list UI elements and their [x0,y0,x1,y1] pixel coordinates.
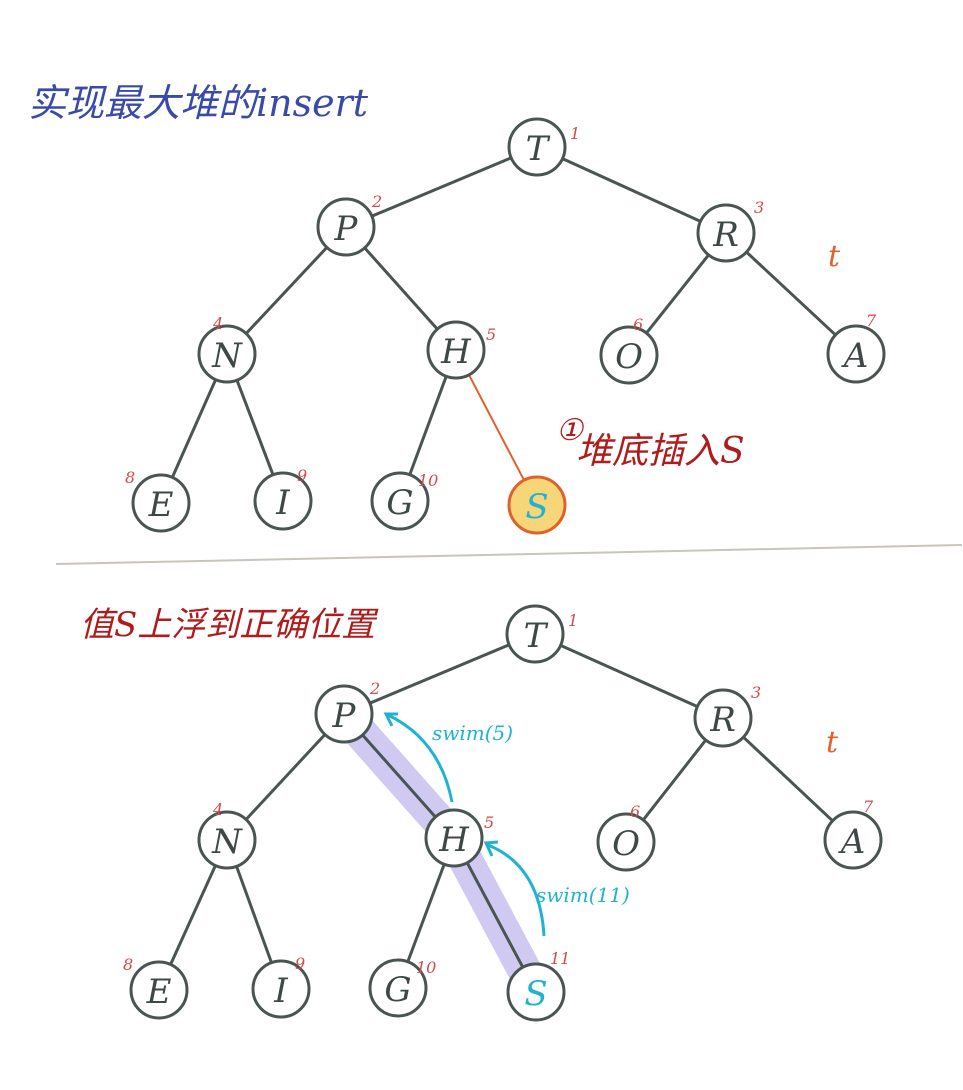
node-index: 9 [297,466,307,485]
node-label: E [148,485,174,525]
node-label: O [612,824,640,864]
heap-node: A7 [826,311,886,384]
tree-edge [370,156,513,218]
swim-label: swim(5) [432,721,513,745]
heap-node: I9 [253,466,313,531]
node-label: I [273,971,288,1011]
swim-label: swim(11) [536,883,630,907]
tree-edge [744,250,838,337]
node-label: H [440,332,472,372]
node-index: 4 [212,314,223,333]
node-label: R [709,700,736,740]
node-index: 5 [486,325,496,344]
node-label: G [384,970,411,1010]
tree-edge [560,157,703,223]
heap-insert-diagram: 实现最大堆的insert T 1P2R3N4H 5O6A7E8I9G10S ① 堆底… [28,81,963,1022]
insert-note: 堆底插入S [576,431,745,472]
node-index: 1 [568,611,578,630]
heap-node: H5 [424,808,494,868]
heap-node: O6 [599,315,659,385]
heap-node: S [507,475,567,535]
tree-edge [244,245,329,336]
heap-node: T1 [507,117,580,177]
bottom-side-mark: t [826,725,839,760]
node-index: 1 [570,124,580,143]
node-label: P [332,696,357,736]
node-label: N [211,336,243,376]
node-index: 2 [371,192,382,211]
heap-node: E8 [123,955,189,1020]
node-index: 9 [295,954,305,973]
node-index: 7 [866,311,877,330]
heap-tree-before: T 1P2R3N4H 5O6A7E8I9G10S [125,117,886,535]
node-index: 6 [633,315,643,334]
heap-node: G 10 [368,958,436,1018]
tree-edge [644,253,711,335]
top-title: 实现最大堆的insert [28,81,369,125]
node-index: 8 [125,468,135,487]
node-label: I [275,483,290,523]
heap-node: I9 [251,954,311,1019]
tree-edge [641,738,708,822]
tree-edge [235,378,275,477]
node-label: T [524,616,549,656]
tree-edge [408,374,448,477]
heap-node: H5 [426,320,496,380]
top-side-mark: t [828,239,841,274]
heap-node: R3 [696,198,764,263]
heap-node: A7 [823,797,883,870]
tree-edge [741,735,835,823]
tree-edge [559,643,699,709]
heap-node: G 10 [370,471,438,531]
node-label: H [438,820,470,860]
node-label: T [526,129,551,169]
heap-node: N4 [197,800,257,870]
new-edge [467,373,526,482]
node-index: 3 [751,683,761,702]
node-index: 6 [630,802,640,821]
node-label: E [146,972,172,1012]
node-index: 3 [754,198,764,217]
node-index: 11 [550,949,570,968]
heap-node: E8 [125,468,191,533]
tree-edge [170,378,218,479]
heap-node: P2 [316,192,382,257]
node-label: O [615,337,643,377]
tree-edge [244,733,327,821]
tree-edge [169,864,217,966]
node-label: A [841,336,869,376]
heap-tree-after: T 1P2R3N4H 5O6A7E8I9G10S11swim(5)swim(11) [123,604,883,1022]
heap-node: T1 [505,604,578,664]
node-index: 7 [863,797,874,816]
node-label: N [211,822,243,862]
node-index: 5 [484,813,494,832]
node-index: 2 [369,679,380,698]
heap-node: N4 [197,314,257,384]
node-index: 10 [416,958,436,977]
heap-node: R3 [693,683,761,748]
tree-edge [465,861,525,969]
tree-edge [368,643,511,705]
section-divider [55,544,963,565]
node-index: 8 [123,955,133,974]
node-label: A [838,822,866,862]
node-label: R [712,215,739,255]
tree-edge [361,733,437,819]
node-index: 4 [212,800,223,819]
bottom-title: 值S上浮到正确位置 [80,605,379,645]
node-label: P [334,209,359,249]
heap-node: O6 [596,802,656,872]
node-label: S [524,974,547,1014]
tree-edge [235,864,273,965]
tree-edge [363,246,439,331]
node-label: S [525,487,548,527]
node-index: 10 [418,471,438,490]
node-label: G [386,483,413,523]
tree-edge [406,862,446,964]
